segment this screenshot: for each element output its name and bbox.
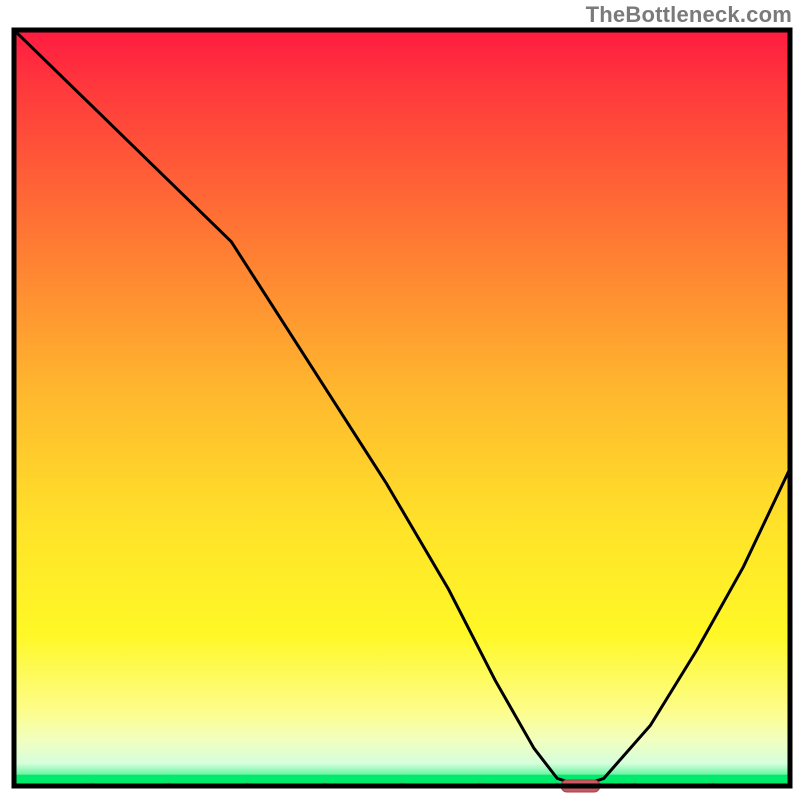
chart-container: { "watermark": "TheBottleneck.com", "col…: [0, 0, 800, 800]
bottleneck-chart: [0, 0, 800, 800]
watermark-text: TheBottleneck.com: [586, 2, 792, 28]
